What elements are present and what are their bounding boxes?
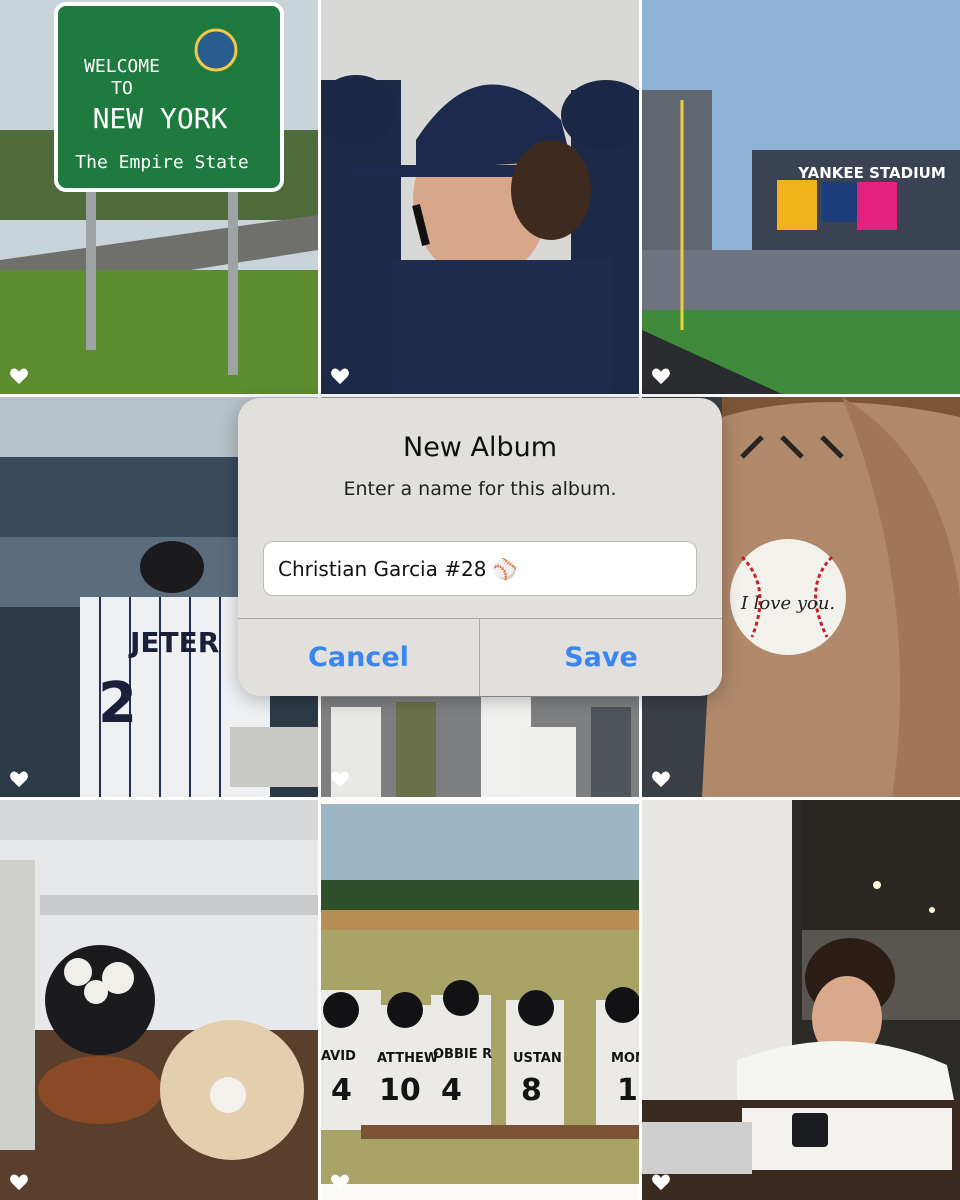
save-button[interactable]: Save [480,619,722,696]
ball-text: I love you. [740,593,835,614]
cancel-button[interactable]: Cancel [238,619,479,696]
jersey-name: JETER [128,626,219,659]
yankee-stadium-image: YANKEE STADIUM [642,0,960,394]
kid-name-4: USTAN [513,1051,562,1066]
photo-studying[interactable] [642,800,960,1200]
dugout-gear-image [0,800,318,1200]
sign-line1: WELCOME [84,56,160,77]
heart-icon[interactable] [9,367,29,385]
kid-name-2: ATTHEW [377,1051,438,1066]
kid-number-4: 8 [521,1073,542,1108]
album-name-field[interactable] [263,541,697,596]
jersey-number: 2 [98,671,137,736]
sign-line3: NEW YORK [93,102,228,135]
heart-icon[interactable] [9,770,29,788]
kid-number-1: 4 [331,1073,352,1108]
kid-name-5: MON [611,1051,639,1066]
kid-name-3: OBBIE R [433,1047,492,1062]
photo-dugout-gear[interactable] [0,800,318,1200]
sign-line2: TO [111,78,133,99]
heart-icon[interactable] [651,367,671,385]
heart-icon[interactable] [330,1173,350,1191]
heart-icon[interactable] [330,770,350,788]
heart-icon[interactable] [9,1173,29,1191]
heart-icon[interactable] [651,770,671,788]
stadium-name: YANKEE STADIUM [797,164,946,182]
heart-icon[interactable] [651,1173,671,1191]
photo-player-profile[interactable] [321,0,639,394]
heart-icon[interactable] [330,367,350,385]
welcome-sign-image: WELCOME TO NEW YORK The Empire State [0,0,318,394]
kid-number-5: 1 [617,1073,638,1108]
little-league-image: AVID ATTHEW OBBIE R USTAN MON 4 10 4 8 1 [321,800,639,1200]
sign-line4: The Empire State [75,152,248,173]
dialog-subtitle: Enter a name for this album. [343,478,617,500]
photo-welcome-sign[interactable]: WELCOME TO NEW YORK The Empire State [0,0,318,394]
kid-name-1: AVID [321,1049,356,1064]
new-album-dialog: New Album Enter a name for this album. C… [238,398,722,696]
photo-little-league[interactable]: AVID ATTHEW OBBIE R USTAN MON 4 10 4 8 1 [321,800,639,1200]
photo-yankee-stadium[interactable]: YANKEE STADIUM [642,0,960,394]
studying-image [642,800,960,1200]
dialog-title: New Album [403,432,557,463]
album-name-input[interactable] [264,542,696,595]
player-profile-image [321,0,639,394]
kid-number-2: 10 [379,1073,421,1108]
kid-number-3: 4 [441,1073,462,1108]
